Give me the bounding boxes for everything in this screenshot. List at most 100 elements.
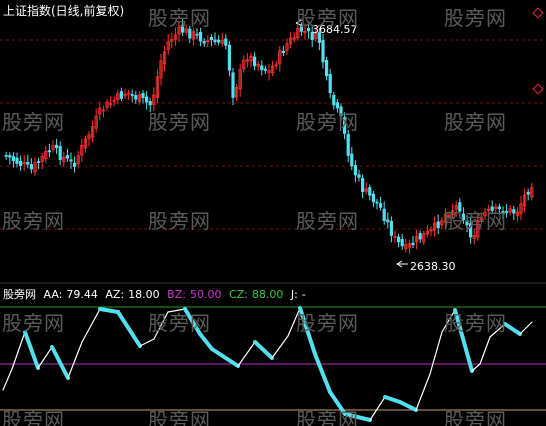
candle-down <box>65 155 69 159</box>
j-line-falling <box>210 347 240 368</box>
candle-down <box>11 156 15 162</box>
chart-title: 上证指数(日线,前复权) <box>3 4 125 18</box>
candle-down <box>526 191 530 195</box>
candle-down <box>209 37 213 41</box>
candle-down <box>195 33 199 36</box>
candle-down <box>346 134 350 156</box>
bz-label: BZ: <box>167 288 186 301</box>
j-label: J: <box>290 288 298 301</box>
cz-label: CZ: <box>228 288 248 301</box>
j-line-falling <box>198 332 214 351</box>
watermark: 股旁网 <box>296 6 359 30</box>
candle-down <box>4 154 8 157</box>
candlestick-chart[interactable] <box>0 0 546 284</box>
candle-down <box>386 219 390 223</box>
candle-down <box>378 203 383 208</box>
candle-down <box>224 38 228 46</box>
candle-down <box>418 233 422 240</box>
j-line-rising <box>11 331 26 370</box>
candle-down <box>130 94 134 96</box>
j-line-rising <box>81 308 101 343</box>
j-line-rising <box>415 373 431 411</box>
candle-down <box>350 153 354 167</box>
j-line-rising <box>37 346 53 369</box>
candle-down <box>216 39 221 43</box>
candle-down <box>252 56 257 67</box>
j-line-falling <box>313 352 332 394</box>
candle-down <box>353 165 358 176</box>
candle-down <box>73 162 77 167</box>
candle-down <box>144 96 149 103</box>
candle-down <box>263 68 268 71</box>
j-line-rising <box>519 321 533 335</box>
candle-down <box>29 164 34 170</box>
j-line-falling <box>503 322 522 336</box>
candle-down <box>213 39 217 43</box>
j-line-falling <box>116 310 142 348</box>
j-line-rising <box>139 338 155 347</box>
candle-down <box>260 65 264 71</box>
watermark: 股旁网 <box>2 110 65 134</box>
candle-down <box>18 160 23 167</box>
watermark: 股旁网 <box>148 6 211 30</box>
stock-chart-window[interactable]: 上证指数(日线,前复权) 3684.57 2638.30 股旁网 AA: 79.4… <box>0 0 546 426</box>
watermark: 股旁网 <box>444 6 507 30</box>
low-price-arrow <box>396 260 408 268</box>
j-line-falling <box>50 345 70 380</box>
candle-down <box>58 146 62 160</box>
candle-down <box>8 155 12 158</box>
j-line-rising <box>429 331 443 375</box>
candle-down <box>400 238 404 247</box>
candle-down <box>134 95 138 100</box>
candle-down <box>332 94 336 106</box>
j-line-rising <box>471 363 481 372</box>
j-line-rising <box>67 341 83 379</box>
indicator-name: 股旁网 <box>3 288 36 301</box>
candle-down <box>227 44 231 71</box>
j-value: - <box>301 288 306 301</box>
watermark: 股旁网 <box>444 209 507 233</box>
candle-down <box>198 32 203 42</box>
watermark: 股旁网 <box>2 209 65 233</box>
candle-down <box>231 72 235 98</box>
j-line-falling <box>253 340 274 360</box>
j-line-rising <box>479 336 491 365</box>
candle-down <box>371 193 376 203</box>
indicator-legend: 股旁网 AA: 79.44 AZ: 18.00 BZ: 50.00 CZ: 88.00 … <box>3 286 310 302</box>
candle-down <box>436 221 440 229</box>
candle-down <box>324 59 329 77</box>
watermark: 股旁网 <box>148 408 211 426</box>
candle-down <box>202 41 206 44</box>
j-line-rising <box>369 396 386 421</box>
j-line-falling <box>398 400 418 412</box>
watermark: 股旁网 <box>148 209 211 233</box>
j-line-falling <box>383 395 402 404</box>
watermark: 股旁网 <box>444 110 507 134</box>
candle-down <box>375 201 379 204</box>
aa-value: 79.44 <box>66 288 98 301</box>
candle-down <box>389 220 394 236</box>
watermark: 股旁网 <box>296 209 359 233</box>
candle-down <box>55 144 59 149</box>
bz-value: 50.00 <box>189 288 222 301</box>
candle-down <box>411 242 415 246</box>
watermark: 股旁网 <box>444 408 507 426</box>
j-line-rising <box>2 368 13 391</box>
candle-down <box>47 150 52 153</box>
j-line-rising <box>271 335 289 359</box>
watermark: 股旁网 <box>2 311 65 335</box>
candle-down <box>328 73 332 94</box>
candle-down <box>26 161 30 165</box>
candle-down <box>360 178 365 192</box>
watermark: 股旁网 <box>148 110 211 134</box>
watermark: 股旁网 <box>296 110 359 134</box>
watermark: 股旁网 <box>444 311 507 335</box>
candle-down <box>321 39 325 63</box>
candle-down <box>512 209 516 214</box>
candle-down <box>37 161 41 163</box>
j-line-rising <box>237 341 256 367</box>
candle-down <box>382 208 386 221</box>
watermark: 股旁网 <box>2 408 65 426</box>
candle-down <box>15 157 19 164</box>
low-price-label: 2638.30 <box>410 260 456 273</box>
